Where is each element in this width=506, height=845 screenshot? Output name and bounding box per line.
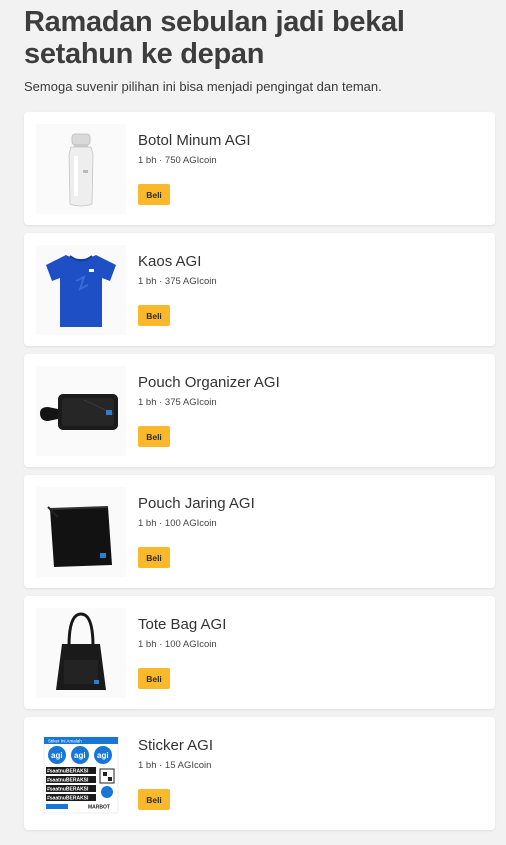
product-price: 1 bh · 15 AGIcoin xyxy=(138,760,212,771)
buy-button[interactable]: Beli xyxy=(138,426,170,447)
sticker-hashtag: #saatnuBERAKSI xyxy=(47,796,89,802)
sticker-logo: agi xyxy=(51,751,63,760)
product-info: Botol Minum AGI 1 bh · 750 AGIcoin xyxy=(138,131,251,166)
buy-button[interactable]: Beli xyxy=(138,305,170,326)
product-image-water-bottle xyxy=(36,124,126,214)
page-title-line1: Ramadan sebulan jadi bekal xyxy=(24,6,405,38)
product-price: 1 bh · 100 AGIcoin xyxy=(138,639,217,650)
page-header: Ramadan sebulan jadi bekal setahun ke de… xyxy=(0,0,506,94)
product-info: Pouch Organizer AGI 1 bh · 375 AGIcoin xyxy=(138,373,280,408)
product-card: Tote Bag AGI 1 bh · 100 AGIcoin Beli xyxy=(24,596,495,709)
product-card: Stiker Ini Amalah agi agi agi #saatnuBER… xyxy=(24,717,495,830)
product-name: Sticker AGI xyxy=(138,737,214,754)
product-info: Sticker AGI 1 bh · 15 AGIcoin xyxy=(138,736,213,771)
buy-button[interactable]: Beli xyxy=(138,547,170,568)
sticker-hashtag: #saatnuBERAKSI xyxy=(47,769,89,775)
sticker-footer-brand: MARBOT xyxy=(88,805,110,811)
product-price: 1 bh · 375 AGIcoin xyxy=(138,276,217,287)
product-card: Pouch Organizer AGI 1 bh · 375 AGIcoin B… xyxy=(24,354,495,467)
product-image-sticker-sheet: Stiker Ini Amalah agi agi agi #saatnuBER… xyxy=(36,729,126,819)
product-name: Pouch Organizer AGI xyxy=(138,374,280,391)
product-info: Kaos AGI 1 bh · 375 AGIcoin xyxy=(138,252,217,287)
product-card: Botol Minum AGI 1 bh · 750 AGIcoin Beli xyxy=(24,112,495,225)
product-price: 1 bh · 750 AGIcoin xyxy=(138,155,217,166)
sticker-hashtag: #saatnuBERAKSI xyxy=(47,787,89,793)
product-name: Kaos AGI xyxy=(138,253,202,270)
sticker-logo: agi xyxy=(74,751,86,760)
product-image-pouch-organizer xyxy=(36,366,126,456)
product-list: Botol Minum AGI 1 bh · 750 AGIcoin Beli … xyxy=(24,112,495,838)
sticker-hashtag: #saatnuBERAKSI xyxy=(47,778,89,784)
buy-button[interactable]: Beli xyxy=(138,668,170,689)
product-name: Botol Minum AGI xyxy=(138,132,251,149)
product-info: Pouch Jaring AGI 1 bh · 100 AGIcoin xyxy=(138,494,255,529)
product-name: Tote Bag AGI xyxy=(138,616,227,633)
product-price: 1 bh · 100 AGIcoin xyxy=(138,518,217,529)
page-title-line2: setahun ke depan xyxy=(24,38,265,70)
product-name: Pouch Jaring AGI xyxy=(138,495,255,512)
buy-button[interactable]: Beli xyxy=(138,184,170,205)
product-info: Tote Bag AGI 1 bh · 100 AGIcoin xyxy=(138,615,226,650)
buy-button[interactable]: Beli xyxy=(138,789,170,810)
sticker-logo: agi xyxy=(97,751,109,760)
product-card: Kaos AGI 1 bh · 375 AGIcoin Beli xyxy=(24,233,495,346)
product-card: Pouch Jaring AGI 1 bh · 100 AGIcoin Beli xyxy=(24,475,495,588)
page-subtitle: Semoga suvenir pilihan ini bisa menjadi … xyxy=(24,79,382,94)
product-image-tshirt xyxy=(36,245,126,335)
product-image-tote-bag xyxy=(36,608,126,698)
page-title: Ramadan sebulan jadi bekal setahun ke de… xyxy=(24,6,482,70)
product-price: 1 bh · 375 AGIcoin xyxy=(138,397,217,408)
sticker-header: Stiker Ini Amalah xyxy=(48,739,82,744)
product-image-mesh-pouch xyxy=(36,487,126,577)
